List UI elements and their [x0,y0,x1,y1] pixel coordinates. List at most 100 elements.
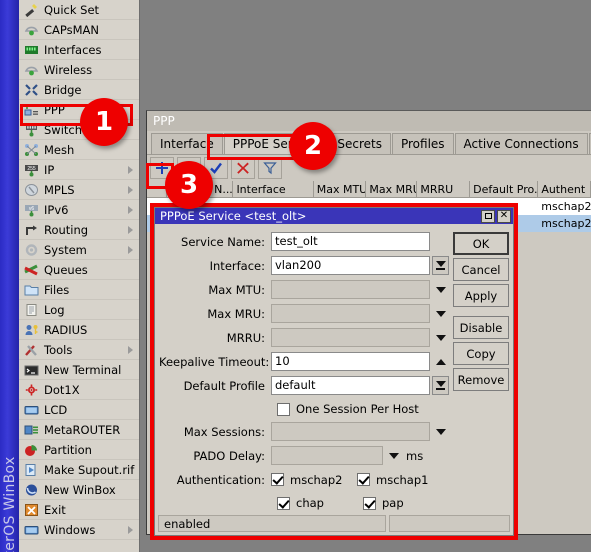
sidebar-item-ipv6[interactable]: v6 IPv6 [19,200,139,220]
cancel-button[interactable]: Cancel [453,258,509,282]
maximize-icon[interactable] [481,209,495,223]
sidebar-item-dot1x[interactable]: Dot1X [19,380,139,400]
close-icon[interactable]: ✕ [497,209,511,223]
table-column-header[interactable]: Interface [233,181,314,198]
interface-dropdown-icon[interactable] [432,256,449,276]
terminal-icon [24,363,39,377]
keepalive-timeout-input[interactable]: 10 [271,352,430,372]
interface-input[interactable]: vlan200 [271,256,430,276]
field-row-keepalive-timeout: Keepalive Timeout: 10 [159,350,449,373]
sidebar-item-make-supout-rif[interactable]: Make Supout.rif [19,460,139,480]
max-sessions-dropdown-icon[interactable] [432,422,449,441]
remove-icon[interactable] [231,157,255,179]
sidebar-item-bridge[interactable]: Bridge [19,80,139,100]
sidebar-item-capsman[interactable]: CAPsMAN [19,20,139,40]
sidebar-item-queues[interactable]: Queues [19,260,139,280]
pado-delay-label: PADO Delay: [193,448,265,463]
sidebar-item-radius[interactable]: RADIUS [19,320,139,340]
field-row-mrru: MRRU: [159,326,449,349]
sidebar-item-mpls[interactable]: MPLS [19,180,139,200]
field-row-max-sessions: Max Sessions: [159,420,449,443]
sidebar-item-log[interactable]: Log [19,300,139,320]
table-column-header[interactable]: Authent [538,181,591,198]
sidebar-item-files[interactable]: Files [19,280,139,300]
tab-active-connections[interactable]: Active Connections [454,133,588,154]
bridge-icon [24,83,39,97]
sidebar-item-label: Queues [44,262,88,277]
sidebar-item-routing[interactable]: Routing [19,220,139,240]
tab-profiles[interactable]: Profiles [391,133,454,154]
table-header-row: Service N...InterfaceMax MTUMax MRUMRRUD… [147,181,591,198]
sidebar-item-windows[interactable]: Windows [19,520,139,540]
annotation-badge-2: 2 [289,122,337,170]
tab-interface[interactable]: Interface [151,133,223,154]
filter-icon[interactable] [258,157,282,179]
keepalive-timeout-spinner-icon[interactable] [432,352,449,371]
copy-button[interactable]: Copy [453,342,509,366]
sidebar-item-label: Tools [44,342,73,357]
field-row-pado-delay: PADO Delay: ms [159,444,449,467]
default-profile-input[interactable]: default [271,376,430,396]
disable-button[interactable]: Disable [453,316,509,340]
authentication-label: Authentication: [176,472,265,487]
sidebar-item-tools[interactable]: Tools [19,340,139,360]
dialog-title: PPPoE Service <test_olt> [160,209,307,224]
ok-button[interactable]: OK [453,232,509,256]
apply-button[interactable]: Apply [453,284,509,308]
dialog-titlebar: PPPoE Service <test_olt> ✕ [155,208,513,225]
sidebar-item-label: New WinBox [44,482,116,497]
mrru-dropdown-icon[interactable] [432,328,449,347]
auth-mschap2-checkbox[interactable] [271,473,284,487]
gear-icon [24,243,39,257]
auth-pap-checkbox[interactable] [363,496,376,510]
sidebar-item-partition[interactable]: Partition [19,440,139,460]
chevron-right-icon [128,165,133,174]
sidebar-item-metarouter[interactable]: MetaROUTER [19,420,139,440]
sidebar-item-wireless[interactable]: Wireless [19,60,139,80]
tab-secrets[interactable]: Secrets [328,133,391,154]
default-profile-dropdown-icon[interactable] [432,376,449,396]
sidebar-item-ip[interactable]: 255 IP [19,160,139,180]
sidebar-item-quick-set[interactable]: Quick Set [19,0,139,20]
auth-pap-label: pap [382,496,404,511]
table-column-header[interactable]: Max MTU [313,181,367,198]
one-session-per-host-label: One Session Per Host [296,402,419,417]
sidebar-item-system[interactable]: System [19,240,139,260]
sidebar-item-new-winbox[interactable]: New WinBox [19,480,139,500]
one-session-per-host-checkbox[interactable] [277,402,290,416]
pado-delay-unit: ms [406,448,424,463]
winbox-vertical-strip: RouterOS WinBox [0,0,19,552]
sidebar-item-label: Windows [44,522,96,537]
table-column-header[interactable]: MRRU [417,181,471,198]
sidebar-item-mesh[interactable]: Mesh [19,140,139,160]
annotation-badge-1: 1 [80,98,128,146]
remove-button[interactable]: Remove [453,368,509,392]
field-row-max-mru: Max MRU: [159,302,449,325]
sidebar-item-label: CAPsMAN [44,22,100,37]
auth-chap-checkbox[interactable] [277,496,290,510]
chevron-right-icon [128,225,133,234]
pado-delay-dropdown-icon[interactable] [385,446,402,465]
table-column-header[interactable] [147,181,167,198]
sidebar-item-label: System [44,242,87,257]
max-mtu-dropdown-icon[interactable] [432,280,449,299]
sidebar-item-label: Switch [44,122,83,137]
max-sessions-label: Max Sessions: [183,424,265,439]
table-column-header[interactable]: Max MRU [366,181,418,198]
dialog-form: Service Name: test_olt Interface: vlan200 Ma… [159,230,453,514]
sidebar-item-new-terminal[interactable]: New Terminal [19,360,139,380]
table-column-header[interactable]: Default Pro... [470,181,539,198]
max-mru-dropdown-icon[interactable] [432,304,449,323]
auth-mschap1-checkbox[interactable] [357,473,370,487]
auth-chap-label: chap [296,496,324,511]
ppp-toolbar [147,155,591,181]
sidebar-item-lcd[interactable]: LCD [19,400,139,420]
sidebar-item-label: Files [44,282,70,297]
mpls-icon [24,183,39,197]
supout-icon [24,463,39,477]
sidebar-item-exit[interactable]: Exit [19,500,139,520]
wand-icon [24,3,39,17]
sidebar-item-interfaces[interactable]: Interfaces [19,40,139,60]
service-name-input[interactable]: test_olt [271,232,430,252]
